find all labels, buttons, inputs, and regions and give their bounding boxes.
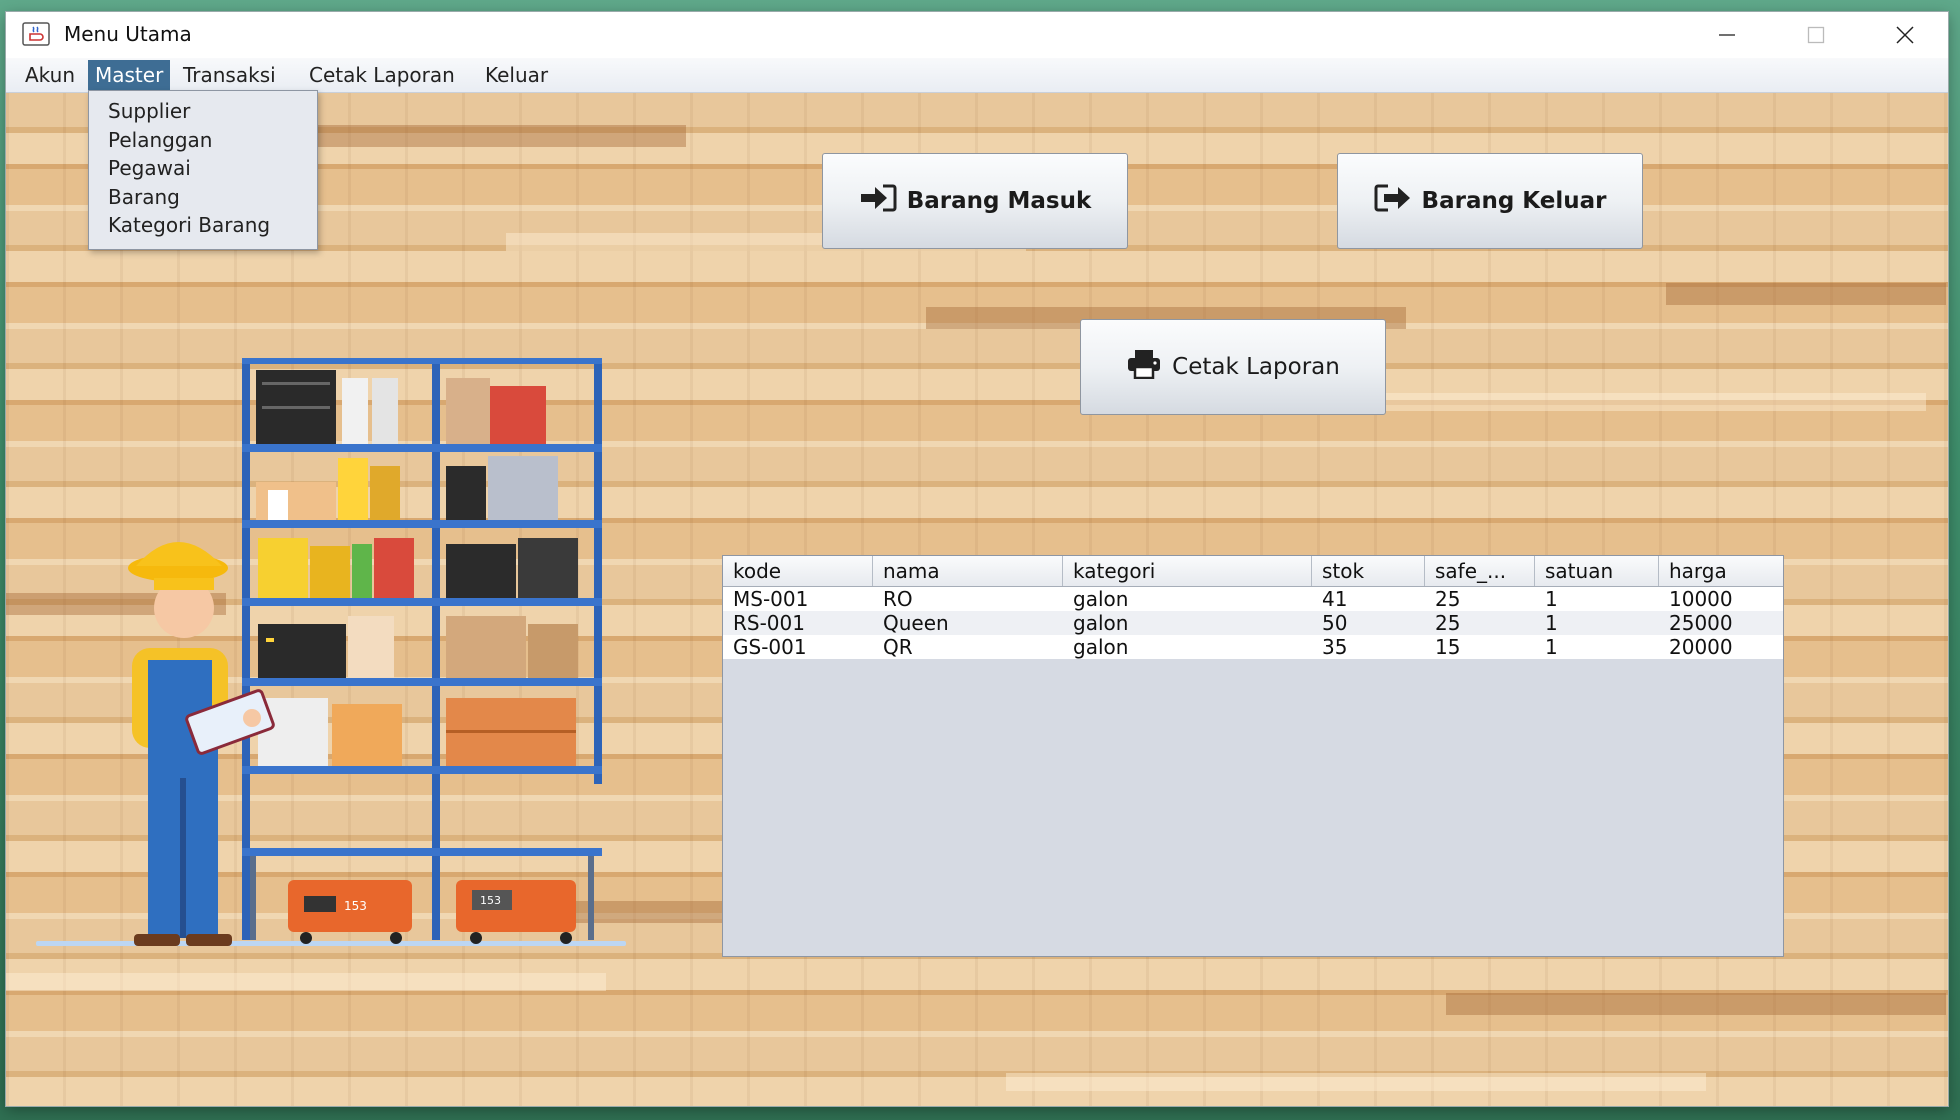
cetak-laporan-button[interactable]: Cetak Laporan <box>1080 319 1386 415</box>
wood-plank <box>1306 393 1926 411</box>
cell-harga: 20000 <box>1669 635 1733 659</box>
shelf-label: 153 <box>480 894 501 907</box>
cell-safe: 25 <box>1435 587 1461 611</box>
cell-nama: Queen <box>883 611 949 635</box>
wood-plank <box>1006 1073 1706 1091</box>
menu-akun[interactable]: Akun <box>18 60 82 90</box>
column-header-kode[interactable]: kode <box>723 556 873 586</box>
cell-kategori: galon <box>1073 587 1129 611</box>
cell-harga: 25000 <box>1669 611 1733 635</box>
table-row[interactable]: GS-001 QR galon 35 15 1 20000 <box>723 635 1783 659</box>
cell-stok: 41 <box>1322 587 1348 611</box>
warehouse-illustration: 153 153 <box>36 348 636 958</box>
shelf-label: 153 <box>344 899 367 913</box>
java-coffee-icon <box>22 21 50 47</box>
cell-stok: 35 <box>1322 635 1348 659</box>
barang-table[interactable]: kode nama kategori stok safe_... satuan … <box>722 555 1784 957</box>
window-title: Menu Utama <box>64 22 192 46</box>
cell-satuan: 1 <box>1545 611 1558 635</box>
title-bar: Menu Utama <box>6 12 1948 58</box>
cell-safe: 25 <box>1435 611 1461 635</box>
minimize-button[interactable] <box>1683 12 1771 58</box>
close-button[interactable] <box>1861 12 1948 58</box>
menu-cetak-laporan[interactable]: Cetak Laporan <box>302 60 462 90</box>
barang-masuk-button[interactable]: Barang Masuk <box>822 153 1128 249</box>
menu-item-barang[interactable]: Barang <box>108 186 180 209</box>
sign-in-icon <box>859 184 897 218</box>
menu-item-pegawai[interactable]: Pegawai <box>108 157 191 180</box>
cell-nama: RO <box>883 587 913 611</box>
menu-transaksi[interactable]: Transaksi <box>176 60 283 90</box>
cell-kategori: galon <box>1073 635 1129 659</box>
cetak-laporan-label: Cetak Laporan <box>1172 354 1340 380</box>
table-row[interactable]: MS-001 RO galon 41 25 1 10000 <box>723 587 1783 611</box>
master-dropdown-menu: Supplier Pelanggan Pegawai Barang Katego… <box>88 90 318 250</box>
cell-harga: 10000 <box>1669 587 1733 611</box>
table-header: kode nama kategori stok safe_... satuan … <box>723 556 1783 587</box>
column-header-harga[interactable]: harga <box>1659 556 1783 586</box>
sign-out-icon <box>1374 184 1412 218</box>
column-header-nama[interactable]: nama <box>873 556 1063 586</box>
menu-item-pelanggan[interactable]: Pelanggan <box>108 129 212 152</box>
printer-icon <box>1126 349 1162 385</box>
barang-masuk-label: Barang Masuk <box>906 188 1092 214</box>
wood-plank <box>6 973 606 991</box>
column-header-kategori[interactable]: kategori <box>1063 556 1312 586</box>
main-window: Menu Utama Akun Master Transaksi Cetak L… <box>6 12 1948 1106</box>
column-header-safe[interactable]: safe_... <box>1425 556 1535 586</box>
wood-plank <box>306 125 686 147</box>
cell-kategori: galon <box>1073 611 1129 635</box>
cell-kode: RS-001 <box>733 611 805 635</box>
cell-safe: 15 <box>1435 635 1461 659</box>
cell-nama: QR <box>883 635 913 659</box>
column-header-satuan[interactable]: satuan <box>1535 556 1659 586</box>
table-row[interactable]: RS-001 Queen galon 50 25 1 25000 <box>723 611 1783 635</box>
cell-kode: GS-001 <box>733 635 807 659</box>
barang-keluar-label: Barang Keluar <box>1421 188 1607 214</box>
wood-plank <box>1666 283 1946 305</box>
maximize-button[interactable] <box>1772 12 1860 58</box>
menu-keluar[interactable]: Keluar <box>478 60 555 90</box>
column-header-stok[interactable]: stok <box>1312 556 1425 586</box>
cell-stok: 50 <box>1322 611 1348 635</box>
menu-master[interactable]: Master <box>88 60 171 90</box>
cell-kode: MS-001 <box>733 587 809 611</box>
cell-satuan: 1 <box>1545 587 1558 611</box>
menu-bar: Akun Master Transaksi Cetak Laporan Kelu… <box>6 58 1948 93</box>
menu-item-kategori-barang[interactable]: Kategori Barang <box>108 214 270 237</box>
wood-plank <box>1446 993 1946 1015</box>
menu-item-supplier[interactable]: Supplier <box>108 100 190 123</box>
barang-keluar-button[interactable]: Barang Keluar <box>1337 153 1643 249</box>
cell-satuan: 1 <box>1545 635 1558 659</box>
